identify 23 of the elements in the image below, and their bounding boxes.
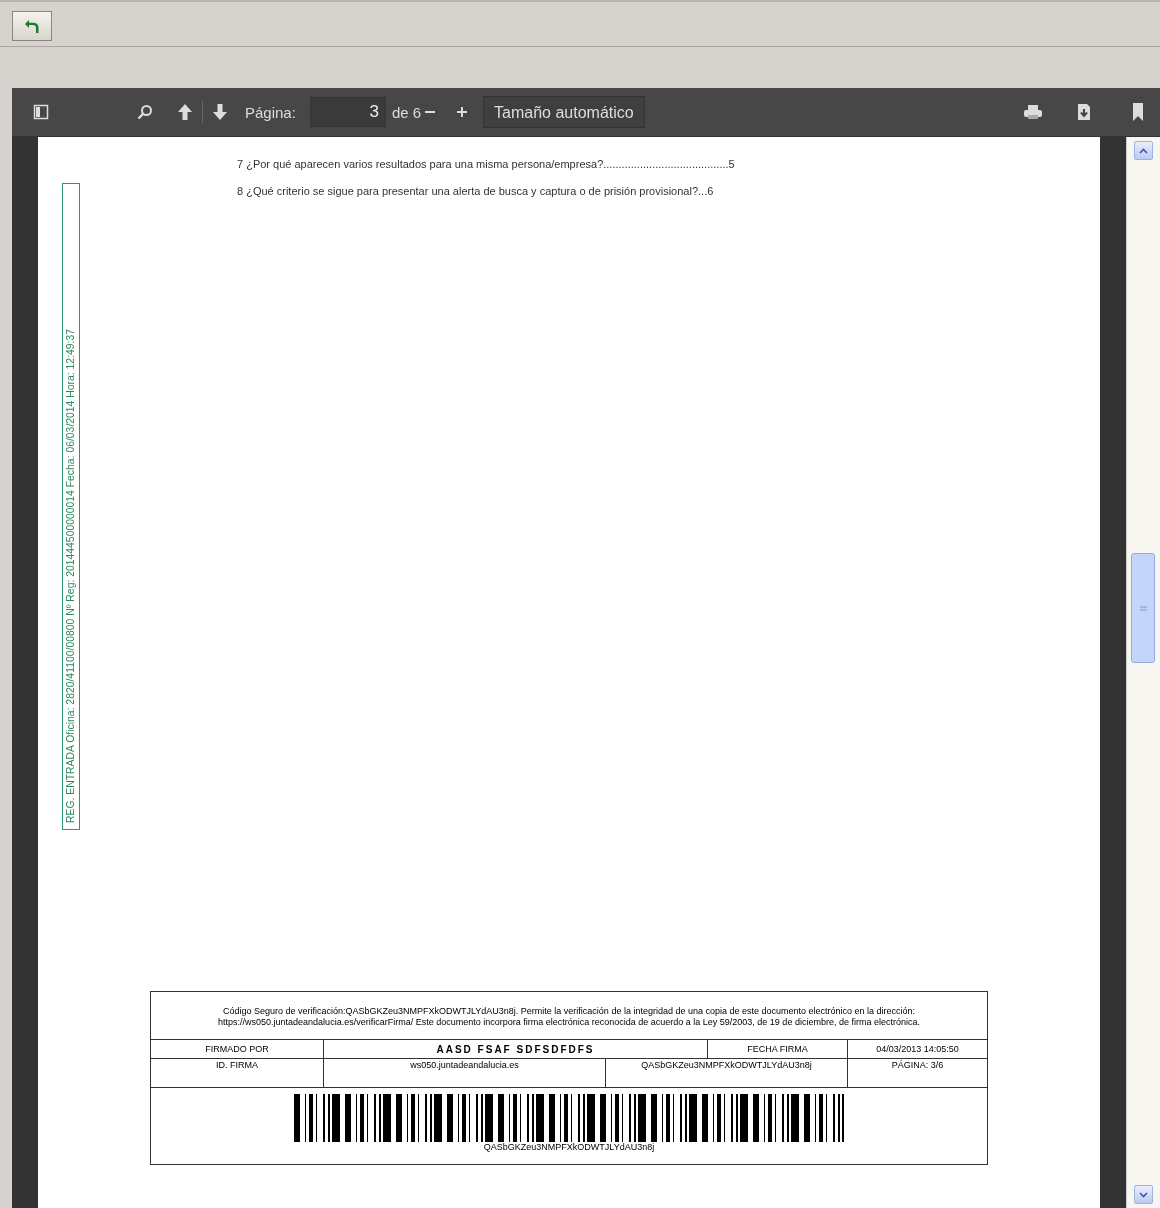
table-cell: FECHA FIRMA	[707, 1039, 848, 1059]
table-cell: PÁGINA: 3/6	[847, 1058, 988, 1088]
zoom-select[interactable]: Tamaño automático	[483, 96, 646, 128]
page-count: de 6	[391, 103, 422, 121]
contents-entry: 7 ¿Por qué aparecen varios resultados para una misma persona/empresa?.........................................5	[237, 157, 736, 172]
contents-entry: 8 ¿Qué criterio se sigue para presentar una alerta de busca y captura o de prisión provisional?...6	[237, 184, 715, 199]
registry-stamp: REG. ENTRADA Oficina: 2820/41100/00800 Nº Reg: 201444500000014 Fecha: 06/03/2014 Hora: 12:49:37	[62, 183, 80, 830]
back-button[interactable]	[12, 11, 52, 41]
page-number-field[interactable]: 3	[309, 97, 386, 127]
page-label: Página:	[245, 103, 296, 121]
table-cell: FIRMADO POR	[150, 1039, 324, 1059]
scrollbar-thumb[interactable]	[1131, 553, 1155, 663]
barcode-text: QASbGKZeu3NMPFXkODWTJLYdAU3n8j	[482, 1142, 656, 1152]
verification-notice: Código Seguro de verificación:QASbGKZeu3NMPFXkODWTJLYdAU3n8j. Permite la verificación de la integridad de una copia de este documento electrónico en la dirección: https://ws050.juntadeandalucia.es/verificarFirma/ Este documento incorpora firma electrónica reconocida de acuerdo a la Ley 59/2003, de 19 de diciembre, de firma electrónica.	[150, 991, 988, 1040]
table-cell: AASD FSAF SDFSDFDFS	[323, 1039, 708, 1059]
table-cell: QASbGKZeu3NMPFXkODWTJLYdAU3n8j	[605, 1058, 848, 1088]
table-cell: ws050.juntadeandalucia.es	[323, 1058, 606, 1088]
back-arrow-icon	[24, 18, 40, 34]
bookmark-icon[interactable]	[1130, 100, 1146, 124]
table-cell: 04/03/2013 14:05:50	[847, 1039, 988, 1059]
table-cell: ID. FIRMA	[150, 1058, 324, 1088]
scroll-up-icon[interactable]	[1134, 141, 1153, 160]
scroll-down-icon[interactable]	[1134, 1185, 1153, 1204]
